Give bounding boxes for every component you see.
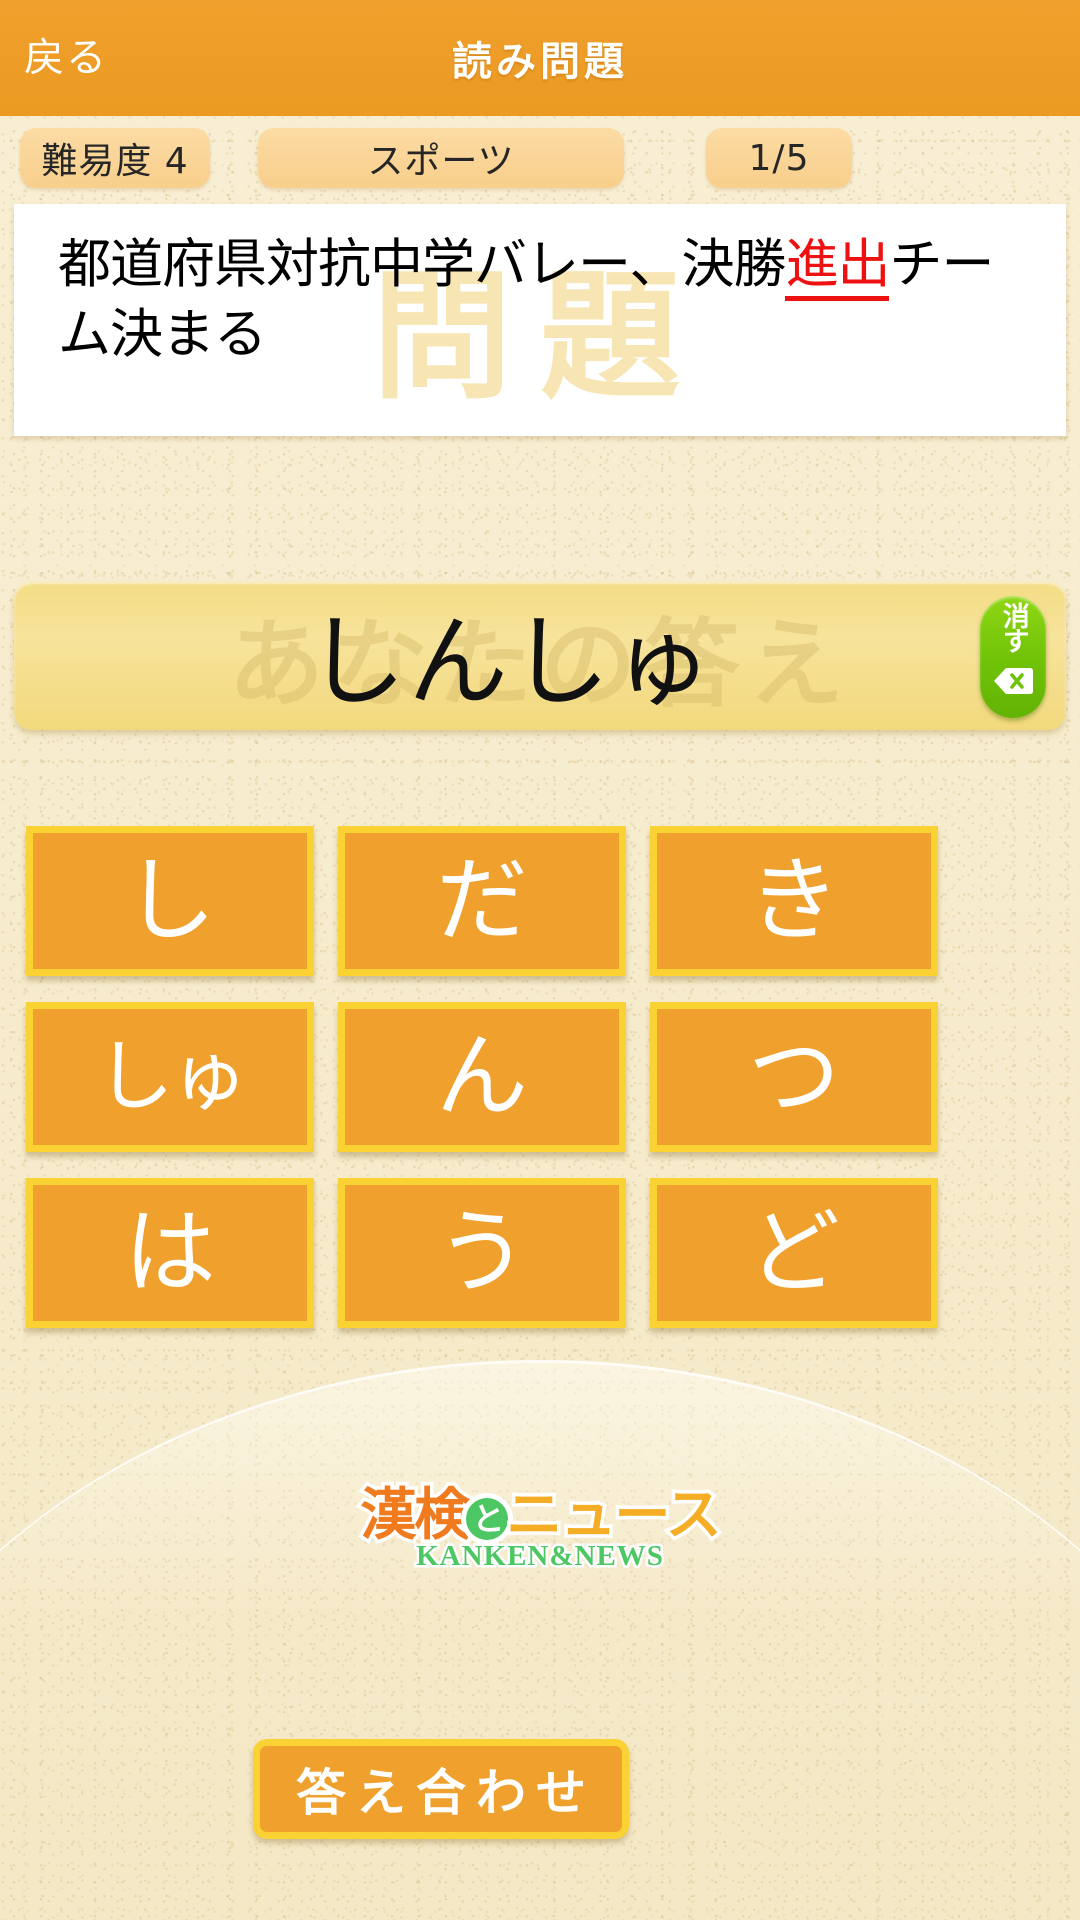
- logo-subtitle: KANKEN&NEWS: [0, 1540, 1080, 1573]
- logo-kanken: 漢検: [360, 1483, 468, 1548]
- hiragana-keyboard: しだきしゅんつはうど: [26, 826, 1056, 1328]
- key-tile[interactable]: し: [26, 826, 314, 976]
- logo-to: と: [466, 1498, 508, 1540]
- key-tile[interactable]: う: [338, 1178, 626, 1328]
- key-tile[interactable]: ん: [338, 1002, 626, 1152]
- question-card: 問題 都道府県対抗中学バレー、決勝進出チーム決まる: [14, 204, 1066, 436]
- answer-field[interactable]: あなたの答え しんしゅ 消す: [14, 582, 1066, 730]
- key-tile[interactable]: しゅ: [26, 1002, 314, 1152]
- difficulty-badge: 難易度 4: [20, 128, 210, 188]
- key-tile[interactable]: ど: [650, 1178, 938, 1328]
- backspace-icon: [993, 666, 1033, 701]
- key-tile[interactable]: つ: [650, 1002, 938, 1152]
- app-logo: 漢検とニュース KANKEN&NEWS: [0, 1488, 1080, 1573]
- page-title: 読み問題: [0, 29, 1080, 87]
- progress-badge: 1/5: [706, 128, 852, 188]
- check-answer-button[interactable]: 答え合わせ: [253, 1739, 629, 1839]
- category-badge: スポーツ: [258, 128, 624, 188]
- key-tile[interactable]: き: [650, 826, 938, 976]
- logo-news: ニュース: [506, 1483, 719, 1548]
- key-tile[interactable]: だ: [338, 826, 626, 976]
- app-header: 戻る 読み問題: [0, 0, 1080, 116]
- key-tile[interactable]: は: [26, 1178, 314, 1328]
- answer-value: しんしゅ: [14, 582, 1066, 726]
- question-text-before: 都道府県対抗中学バレー、決勝: [58, 234, 785, 295]
- erase-button[interactable]: 消す: [980, 596, 1046, 718]
- question-text-highlight: 進出: [785, 234, 889, 301]
- logo-wordmark: 漢検とニュース: [360, 1488, 719, 1544]
- question-text: 都道府県対抗中学バレー、決勝進出チーム決まる: [58, 230, 1038, 370]
- erase-button-label: 消す: [1000, 602, 1026, 662]
- info-bar: 難易度 4 スポーツ 1/5: [0, 128, 1080, 194]
- back-button[interactable]: 戻る: [24, 38, 108, 78]
